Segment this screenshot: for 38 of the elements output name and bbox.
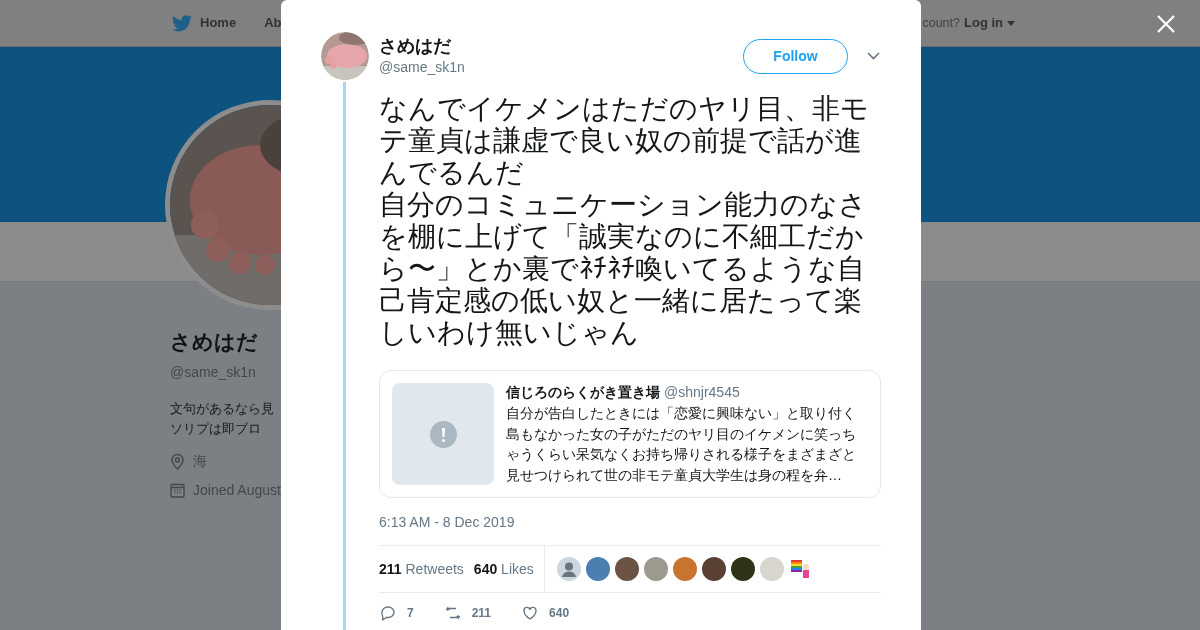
profile-bio: ソリプは即ブロ: [170, 419, 262, 438]
quoted-tweet-card[interactable]: 信じろのらくがき置き場 @shnjr4545 自分が告白したときには「恋愛に興味ない」と取り付く島もなかった女の子がただのヤリ目のイケメンに笑っちゃうくらい呆気なくお持ち帰りされる様子をまざまざと見せつけられて世の非モテ童貞大学生は身の程を弁…: [379, 370, 881, 498]
stat-link[interactable]: 640 Likes: [473, 558, 534, 580]
quoted-author-handle: @shnjr4545: [664, 383, 740, 402]
alert-icon: [429, 420, 457, 448]
nav-link[interactable]: Home: [172, 13, 237, 33]
caret-icon: [1007, 20, 1015, 26]
avatar[interactable]: [701, 557, 726, 581]
location-pin-icon: [170, 452, 185, 470]
tweet-text: なんでイケメンはただのヤリ目、非モテ童貞は謙虚で良い奴の前提で話が進んでるんだ: [379, 93, 870, 189]
retweet-action-button[interactable]: 211: [443, 604, 492, 622]
profile-joined: Joined August: [193, 480, 281, 500]
chevron-down-icon[interactable]: [867, 52, 880, 60]
avatar[interactable]: [730, 557, 755, 581]
nav-link[interactable]: Ab: [264, 13, 282, 33]
bird-logo-icon: [172, 14, 192, 32]
author-handle[interactable]: @same_sk1n: [379, 56, 465, 78]
reply-action-button[interactable]: 7: [379, 604, 414, 622]
author-name[interactable]: さめはだ: [379, 34, 465, 57]
close-button[interactable]: [1156, 14, 1176, 34]
reply-icon[interactable]: [379, 604, 397, 622]
heart-icon[interactable]: [521, 604, 540, 622]
quoted-author-name: 信じろのらくがき置き場: [506, 383, 660, 402]
like-action-button[interactable]: 640: [521, 604, 570, 622]
tweet-timestamp[interactable]: 6:13 AM - 8 Dec 2019: [379, 512, 884, 533]
account-prompt: count?: [922, 14, 960, 32]
close-icon: [1157, 15, 1175, 33]
tweet-text: 自分のコミュニケーション能力のなさを棚に上げて「誠実なのに不細工だから〜」とか裏でﾈﾁﾈﾁ喚いてるような自己肯定感の低い奴と一緒に居たって楽しいわけ無いじゃん: [379, 189, 868, 349]
avatar[interactable]: [614, 557, 639, 581]
profile-bio: 文句があるなら見: [170, 399, 275, 418]
login-link[interactable]: Log in: [964, 13, 1015, 33]
profile-handle: @same_sk1n: [170, 362, 257, 382]
quoted-tweet-text: 自分が告白したときには「恋愛に興味ない」と取り付く島もなかった女の子がただのヤリ目のイケメンに笑っちゃうくらい呆気なくお持ち帰りされる様子をまざまざと見せつけられて世の非モテ童貞大学生は身の程を弁…: [506, 404, 857, 485]
retweet-icon[interactable]: [443, 604, 462, 622]
profile-name: さめはだ: [170, 329, 259, 355]
calendar-icon: [170, 482, 185, 498]
default-avatar-icon[interactable]: [556, 557, 581, 581]
stat-link[interactable]: 211 Retweets: [379, 558, 464, 580]
